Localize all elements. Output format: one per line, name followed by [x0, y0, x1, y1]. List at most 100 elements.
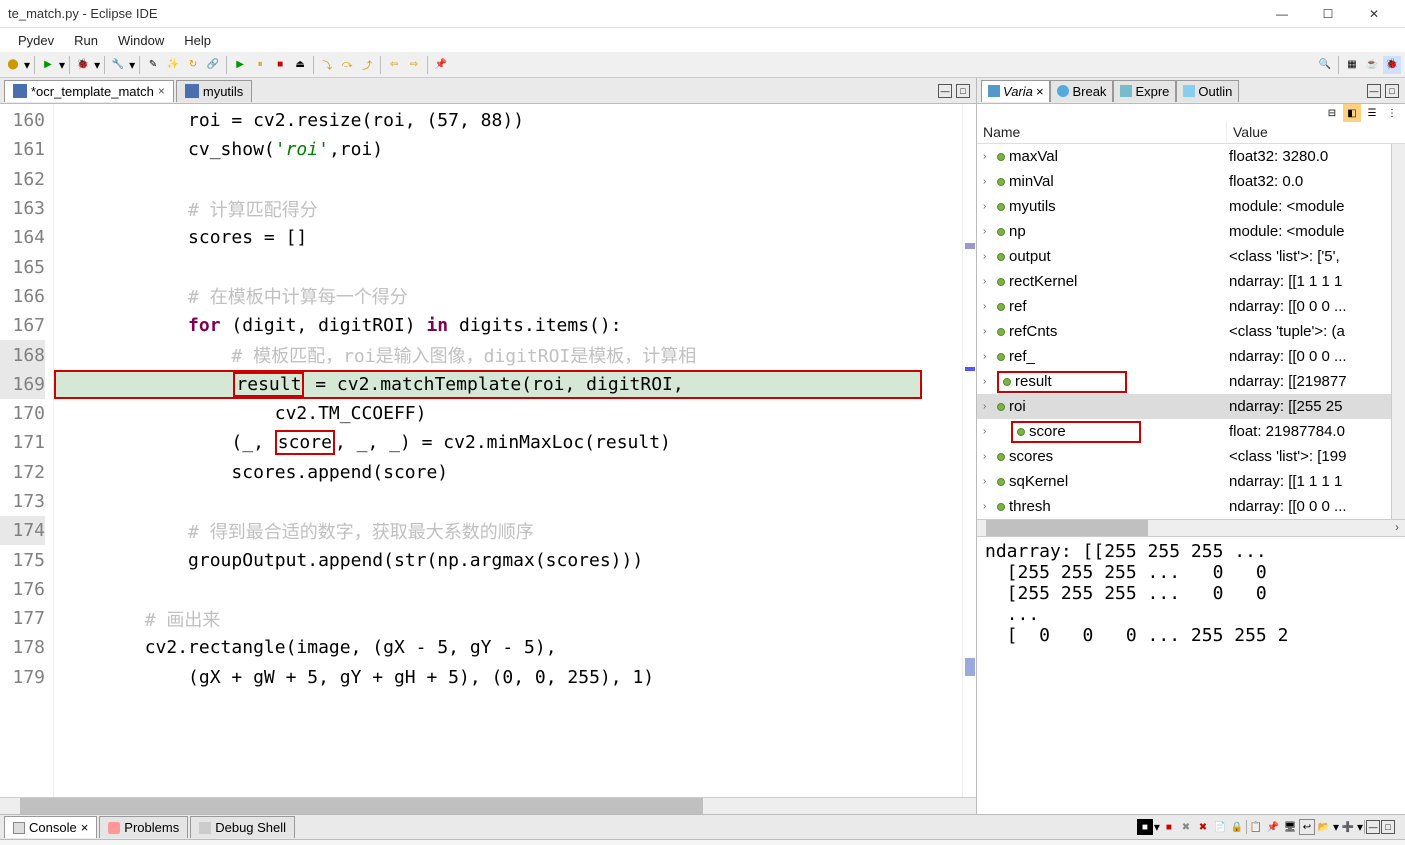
- disconnect-icon[interactable]: ⏏: [291, 56, 309, 74]
- expander-icon[interactable]: ›: [983, 151, 993, 162]
- code-line[interactable]: roi = cv2.resize(roi, (57, 88)): [54, 106, 962, 135]
- terminate-icon[interactable]: ■: [271, 56, 289, 74]
- terminate-icon[interactable]: ■: [1137, 819, 1153, 835]
- nav-fwd-icon[interactable]: ⇨: [405, 56, 423, 74]
- tree-icon[interactable]: ☰: [1363, 104, 1381, 122]
- code-line[interactable]: # 计算匹配得分: [54, 194, 962, 223]
- expander-icon[interactable]: ›: [983, 476, 993, 487]
- variable-row[interactable]: ›maxValfloat32: 3280.0: [977, 144, 1391, 169]
- new-console-icon[interactable]: ➕: [1340, 819, 1356, 835]
- minimize-button[interactable]: —: [1259, 0, 1305, 28]
- pin-icon[interactable]: 📌: [432, 56, 450, 74]
- variable-row[interactable]: ›roindarray: [[255 25: [977, 394, 1391, 419]
- close-tab-icon[interactable]: ×: [1036, 84, 1044, 99]
- expander-icon[interactable]: ›: [983, 451, 993, 462]
- code-line[interactable]: cv2.rectangle(image, (gX - 5, gY - 5),: [54, 633, 962, 662]
- code-line[interactable]: [54, 575, 962, 604]
- expander-icon[interactable]: ›: [983, 401, 993, 412]
- code-line[interactable]: scores.append(score): [54, 458, 962, 487]
- display-console-icon[interactable]: 🖥: [1282, 819, 1298, 835]
- code-line[interactable]: cv2.TM_CCOEFF): [54, 399, 962, 428]
- pencil-icon[interactable]: ✎: [144, 56, 162, 74]
- tool-icon[interactable]: 🔧: [109, 56, 127, 74]
- close-tab-icon[interactable]: ×: [81, 820, 89, 835]
- debug-icon[interactable]: 🐞: [74, 56, 92, 74]
- maximize-view-icon[interactable]: □: [1385, 84, 1399, 98]
- variable-row[interactable]: ›resultndarray: [[219877: [977, 369, 1391, 394]
- suspend-icon[interactable]: ⏸: [251, 56, 269, 74]
- code-line[interactable]: [54, 165, 962, 194]
- variables-hscroll[interactable]: ›: [977, 519, 1405, 536]
- variable-row[interactable]: ›scorefloat: 21987784.0: [977, 419, 1391, 444]
- menu-run[interactable]: Run: [64, 31, 108, 50]
- editor-tab-myutils[interactable]: myutils: [176, 80, 252, 102]
- expander-icon[interactable]: ›: [983, 326, 993, 337]
- editor-hscroll[interactable]: [0, 797, 976, 814]
- variable-row[interactable]: ›refCnts<class 'tuple'>: (a: [977, 319, 1391, 344]
- code-line[interactable]: [54, 252, 962, 281]
- expander-icon[interactable]: ›: [983, 176, 993, 187]
- expander-icon[interactable]: ›: [983, 251, 993, 262]
- maximize-button[interactable]: ☐: [1305, 0, 1351, 28]
- terminate2-icon[interactable]: ■: [1161, 819, 1177, 835]
- expander-icon[interactable]: ›: [983, 201, 993, 212]
- code-line[interactable]: [54, 487, 962, 516]
- perspective-open-icon[interactable]: ▦: [1343, 56, 1361, 74]
- expander-icon[interactable]: ›: [983, 501, 993, 512]
- scroll-lock-icon[interactable]: 🔒: [1229, 819, 1245, 835]
- variables-list[interactable]: ›maxValfloat32: 3280.0›minValfloat32: 0.…: [977, 144, 1391, 519]
- open-console-icon[interactable]: 📂: [1316, 819, 1332, 835]
- variable-row[interactable]: ›refndarray: [[0 0 0 ...: [977, 294, 1391, 319]
- remove-launch-icon[interactable]: ✖: [1195, 819, 1211, 835]
- menu-pydev[interactable]: Pydev: [8, 31, 64, 50]
- run-icon[interactable]: ▶: [39, 56, 57, 74]
- tab-variables[interactable]: Varia ×: [981, 80, 1050, 102]
- perspective-debug-icon[interactable]: 🐞: [1383, 56, 1401, 74]
- remove-all-icon[interactable]: ✖: [1178, 819, 1194, 835]
- variable-row[interactable]: ›myutilsmodule: <module: [977, 194, 1391, 219]
- step-over-icon[interactable]: ⤼: [338, 56, 356, 74]
- variables-vscroll[interactable]: [1391, 144, 1405, 519]
- code-line[interactable]: (gX + gW + 5, gY + gH + 5), (0, 0, 255),…: [54, 663, 962, 692]
- close-button[interactable]: ✕: [1351, 0, 1397, 28]
- expander-icon[interactable]: ›: [983, 376, 993, 387]
- search-icon[interactable]: 🔍: [1316, 56, 1334, 74]
- refresh-icon[interactable]: ↻: [184, 56, 202, 74]
- variable-row[interactable]: ›minValfloat32: 0.0: [977, 169, 1391, 194]
- pin-console-icon[interactable]: 📌: [1265, 819, 1281, 835]
- code-line[interactable]: cv_show('roi',roi): [54, 135, 962, 164]
- variable-row[interactable]: ›output<class 'list'>: ['5',: [977, 244, 1391, 269]
- variable-row[interactable]: ›rectKernelndarray: [[1 1 1 1: [977, 269, 1391, 294]
- variable-row[interactable]: ›threshndarray: [[0 0 0 ...: [977, 494, 1391, 519]
- col-value[interactable]: Value: [1227, 122, 1405, 143]
- menu-help[interactable]: Help: [174, 31, 221, 50]
- code-line[interactable]: # 画出来: [54, 604, 962, 633]
- resume-icon[interactable]: ▶: [231, 56, 249, 74]
- tab-problems[interactable]: Problems: [99, 816, 188, 838]
- code-line[interactable]: groupOutput.append(str(np.argmax(scores)…: [54, 545, 962, 574]
- menu-window[interactable]: Window: [108, 31, 174, 50]
- word-wrap-icon[interactable]: ↩: [1299, 819, 1315, 835]
- code-line[interactable]: # 在模板中计算每一个得分: [54, 282, 962, 311]
- editor-tab-active[interactable]: *ocr_template_match ×: [4, 80, 174, 102]
- variable-row[interactable]: ›scores<class 'list'>: [199: [977, 444, 1391, 469]
- tab-debug-shell[interactable]: Debug Shell: [190, 816, 295, 838]
- variable-row[interactable]: ›sqKernelndarray: [[1 1 1 1: [977, 469, 1391, 494]
- code-line[interactable]: # 模板匹配，roi是输入图像，digitROI是模板，计算相: [54, 340, 962, 369]
- step-into-icon[interactable]: ⤵: [318, 56, 336, 74]
- show-type-icon[interactable]: ◧: [1343, 104, 1361, 122]
- maximize-view-icon[interactable]: □: [1381, 820, 1395, 834]
- value-detail[interactable]: ndarray: [[255 255 255 ... [255 255 255 …: [977, 536, 1405, 814]
- expander-icon[interactable]: ›: [983, 276, 993, 287]
- clear-console-icon[interactable]: 📄: [1212, 819, 1228, 835]
- show-console-icon[interactable]: 📋: [1248, 819, 1264, 835]
- code-line[interactable]: scores = []: [54, 223, 962, 252]
- expander-icon[interactable]: ›: [983, 426, 993, 437]
- tab-console[interactable]: Console ×: [4, 816, 97, 838]
- code-line[interactable]: for (digit, digitROI) in digits.items():: [54, 311, 962, 340]
- expander-icon[interactable]: ›: [983, 226, 993, 237]
- minimize-view-icon[interactable]: —: [938, 84, 952, 98]
- tab-breakpoints[interactable]: Break: [1050, 80, 1113, 102]
- minimize-view-icon[interactable]: —: [1366, 820, 1380, 834]
- wand-icon[interactable]: ✨: [164, 56, 182, 74]
